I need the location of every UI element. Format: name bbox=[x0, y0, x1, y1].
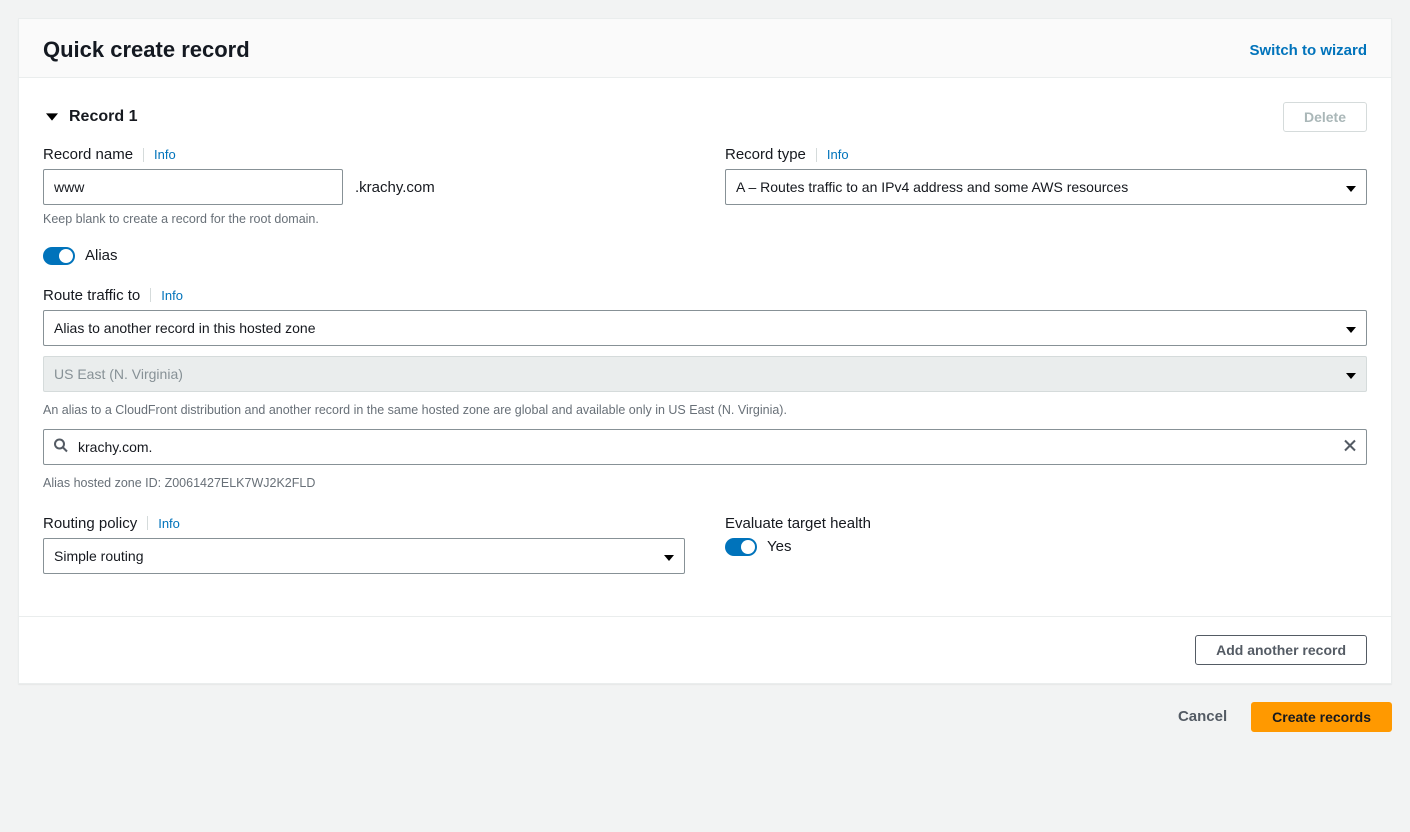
alias-toggle-label: Alias bbox=[85, 247, 118, 264]
panel-header: Quick create record Switch to wizard bbox=[19, 19, 1391, 78]
page-title: Quick create record bbox=[43, 37, 250, 63]
create-records-button[interactable]: Create records bbox=[1251, 702, 1392, 732]
routing-policy-info-link[interactable]: Info bbox=[158, 516, 180, 531]
evaluate-health-label: Evaluate target health bbox=[725, 515, 1367, 532]
hosted-zone-note: Alias hosted zone ID: Z0061427ELK7WJ2K2F… bbox=[43, 475, 1367, 493]
record-name-label: Record name Info bbox=[43, 146, 685, 163]
clear-target-icon[interactable] bbox=[1343, 439, 1357, 456]
record-collapse-toggle[interactable] bbox=[43, 108, 61, 126]
caret-down-icon bbox=[1346, 179, 1356, 195]
record-name-help: Keep blank to create a record for the ro… bbox=[43, 211, 685, 229]
route-to-info-link[interactable]: Info bbox=[161, 288, 183, 303]
alias-toggle[interactable] bbox=[43, 247, 75, 265]
caret-down-icon bbox=[1346, 366, 1356, 382]
panel-body: Record 1 Delete Record name Info .krachy… bbox=[19, 78, 1391, 616]
caret-down-icon bbox=[664, 548, 674, 564]
record-type-info-link[interactable]: Info bbox=[827, 147, 849, 162]
record-type-label: Record type Info bbox=[725, 146, 1367, 163]
routing-policy-label: Routing policy Info bbox=[43, 515, 685, 532]
add-another-record-button[interactable]: Add another record bbox=[1195, 635, 1367, 665]
domain-suffix: .krachy.com bbox=[355, 179, 435, 196]
record-section-title: Record 1 bbox=[69, 108, 137, 126]
cancel-button[interactable]: Cancel bbox=[1172, 707, 1233, 726]
record-name-info-link[interactable]: Info bbox=[154, 147, 176, 162]
record-name-input[interactable] bbox=[43, 169, 343, 205]
panel-footer: Add another record bbox=[19, 616, 1391, 683]
delete-button: Delete bbox=[1283, 102, 1367, 132]
route-to-endpoint-select[interactable]: Alias to another record in this hosted z… bbox=[43, 310, 1367, 346]
route-to-global-note: An alias to a CloudFront distribution an… bbox=[43, 402, 1367, 420]
caret-down-icon bbox=[1346, 320, 1356, 336]
route-to-target-input[interactable] bbox=[43, 429, 1367, 465]
quick-create-record-panel: Quick create record Switch to wizard Rec… bbox=[18, 18, 1392, 684]
alias-toggle-row: Alias bbox=[43, 247, 1367, 265]
routing-policy-select[interactable]: Simple routing bbox=[43, 538, 685, 574]
switch-to-wizard-link[interactable]: Switch to wizard bbox=[1249, 42, 1367, 59]
evaluate-health-toggle[interactable] bbox=[725, 538, 757, 556]
route-to-label: Route traffic to Info bbox=[43, 287, 1367, 304]
route-to-region-select: US East (N. Virginia) bbox=[43, 356, 1367, 392]
evaluate-health-value: Yes bbox=[767, 538, 791, 555]
record-type-select[interactable]: A – Routes traffic to an IPv4 address an… bbox=[725, 169, 1367, 205]
page-footer: Cancel Create records bbox=[18, 702, 1392, 732]
record-header: Record 1 Delete bbox=[43, 84, 1367, 146]
search-icon bbox=[53, 438, 69, 457]
